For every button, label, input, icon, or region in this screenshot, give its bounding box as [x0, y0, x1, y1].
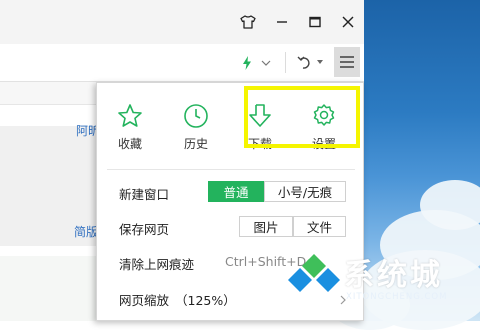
tshirt-icon[interactable]	[238, 12, 258, 32]
highlight-box	[244, 86, 360, 148]
save-page-label: 保存网页	[119, 222, 170, 237]
chevron-right-icon	[340, 290, 348, 305]
maximize-icon[interactable]	[305, 12, 325, 32]
tile-favorites[interactable]: 收藏	[109, 103, 151, 159]
star-icon	[118, 104, 142, 127]
title-bar	[0, 0, 364, 44]
new-window-label: 新建窗口	[119, 187, 170, 202]
menu-divider	[107, 169, 355, 170]
tile-history[interactable]: 历史	[175, 103, 217, 159]
toolbar	[0, 44, 364, 82]
chevron-down-icon[interactable]	[259, 57, 273, 69]
lightning-icon[interactable]	[240, 55, 254, 71]
save-as-file-button[interactable]: 文件	[293, 216, 346, 237]
clock-icon	[184, 104, 208, 128]
hamburger-menu-icon[interactable]	[334, 47, 360, 77]
undo-icon[interactable]	[296, 53, 314, 71]
undo-dropdown-icon[interactable]	[316, 58, 324, 66]
minimize-icon[interactable]	[272, 12, 292, 32]
tile-label: 历史	[183, 137, 208, 151]
windows-logo-icon	[288, 254, 340, 306]
tile-label: 收藏	[117, 137, 142, 151]
clear-traces-label: 清除上网痕迹	[119, 257, 195, 272]
page-link[interactable]: 简版	[74, 223, 98, 240]
new-window-incognito-button[interactable]: 小号/无痕	[264, 181, 346, 202]
zoom-value: （125%）	[175, 293, 236, 308]
toolbar-divider	[285, 52, 286, 73]
close-icon[interactable]	[338, 12, 358, 32]
watermark-logo: 系统城 XITONGCHENG.COM	[286, 246, 480, 316]
new-window-normal-button[interactable]: 普通	[208, 181, 264, 202]
save-as-image-button[interactable]: 图片	[239, 216, 293, 237]
watermark-title: 系统城	[344, 258, 443, 293]
zoom-label: 网页缩放	[119, 293, 170, 308]
watermark-subtitle: XITONGCHENG.COM	[346, 292, 448, 302]
